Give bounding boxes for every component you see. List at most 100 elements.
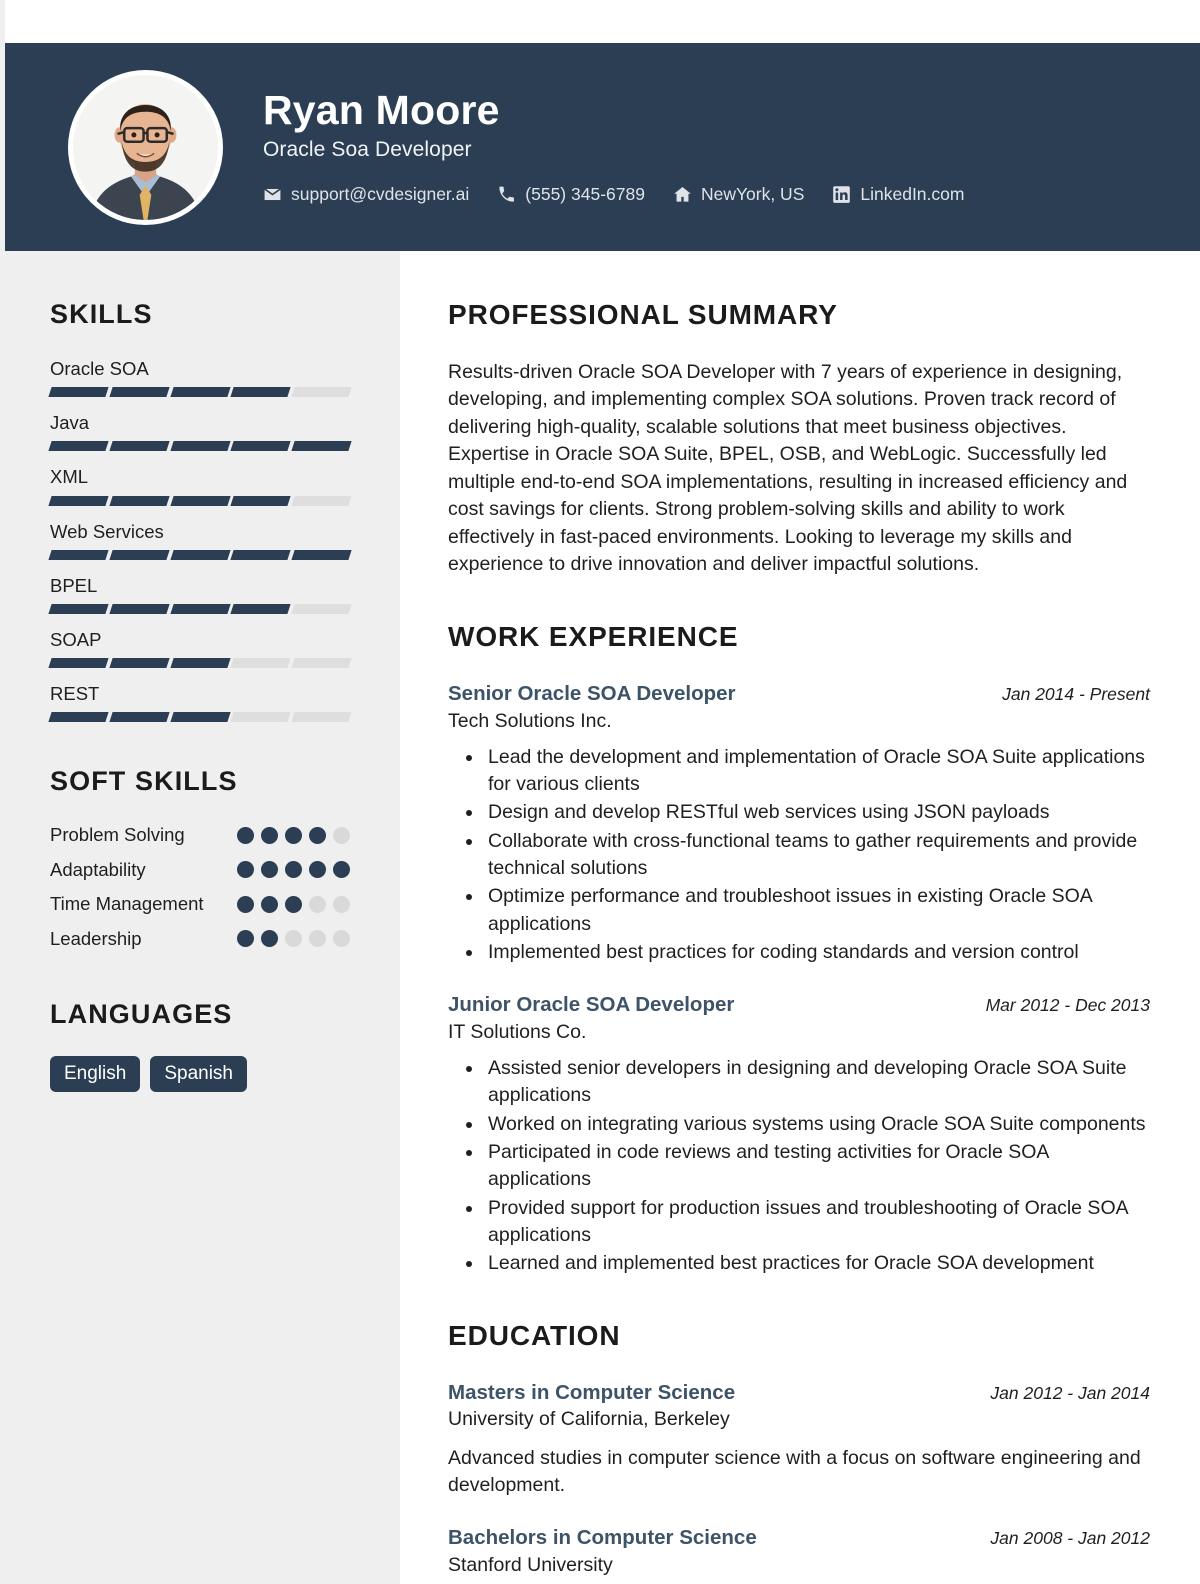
list-item: Implemented best practices for coding st… xyxy=(484,939,1150,966)
skill-bar-segment xyxy=(169,603,231,614)
contact-list: support@cvdesigner.ai (555) 345-6789 New… xyxy=(263,184,964,205)
languages-list: English Spanish xyxy=(50,1055,350,1092)
resume-header: Ryan Moore Oracle Soa Developer support@… xyxy=(0,43,1200,251)
list-item: Provided support for production issues a… xyxy=(484,1195,1150,1250)
contact-linkedin[interactable]: LinkedIn.com xyxy=(832,184,964,205)
rating-dot xyxy=(333,827,350,845)
soft-skill-rating xyxy=(237,861,350,879)
education-degree-title[interactable]: Masters in Computer Science xyxy=(448,1380,735,1406)
skill-bar-segment xyxy=(230,658,291,669)
experience-date-range: Mar 2012 - Dec 2013 xyxy=(985,995,1150,1016)
contact-email[interactable]: support@cvdesigner.ai xyxy=(263,184,469,205)
contact-phone-text: (555) 345-6789 xyxy=(525,184,645,205)
soft-skill-label: Time Management xyxy=(50,893,204,915)
header-text-block: Ryan Moore Oracle Soa Developer support@… xyxy=(263,88,964,205)
rating-dot xyxy=(237,861,254,879)
skills-list: Oracle SOA Java XML Web Services BPEL SO… xyxy=(48,358,352,723)
section-heading-languages: LANGUAGES xyxy=(50,998,233,1029)
job-role-subtitle: Oracle Soa Developer xyxy=(263,138,472,162)
rating-dot xyxy=(333,861,350,879)
skill-bar-segment xyxy=(230,603,291,614)
skill-bar-segment xyxy=(48,603,109,614)
list-item: Optimize performance and troubleshoot is… xyxy=(484,883,1150,938)
skill-bar-segment xyxy=(48,441,109,452)
skill-bar-segment xyxy=(230,495,291,506)
contact-phone[interactable]: (555) 345-6789 xyxy=(497,184,645,205)
skill-bar-segment xyxy=(109,603,170,614)
skill-level-bar xyxy=(48,387,352,398)
skill-bar-segment xyxy=(169,387,231,398)
skill-bar-segment xyxy=(48,387,109,398)
sidebar: SKILLS Oracle SOA Java XML Web Services xyxy=(0,251,400,1584)
soft-skill-item: Time Management xyxy=(50,892,350,916)
skill-bar-segment xyxy=(230,387,291,398)
experience-company: Tech Solutions Inc. xyxy=(448,709,612,732)
skill-label: XML xyxy=(50,466,89,488)
list-item: Assisted senior developers in designing … xyxy=(484,1055,1150,1110)
home-icon xyxy=(673,185,692,204)
skill-item: SOAP xyxy=(48,628,352,669)
skill-bar-segment xyxy=(109,387,170,398)
skill-bar-segment xyxy=(291,603,352,614)
education-date-range: Jan 2012 - Jan 2014 xyxy=(990,1382,1150,1403)
list-item: Lead the development and implementation … xyxy=(484,744,1150,799)
experience-job-title[interactable]: Junior Oracle SOA Developer xyxy=(448,992,734,1018)
rating-dot xyxy=(285,895,302,913)
soft-skill-rating xyxy=(237,895,350,913)
skill-item: Oracle SOA xyxy=(48,358,352,398)
experience-entry: Junior Oracle SOA Developer Mar 2012 - D… xyxy=(448,992,1150,1277)
experience-bullet-list: Lead the development and implementation … xyxy=(448,744,1150,966)
experience-bullet-list: Assisted senior developers in designing … xyxy=(448,1055,1150,1277)
professional-summary-text: Results-driven Oracle SOA Developer with… xyxy=(448,361,1128,576)
skill-bar-segment xyxy=(48,549,109,560)
rating-dot xyxy=(309,930,326,948)
skill-level-bar xyxy=(48,441,352,452)
skill-bar-segment xyxy=(109,549,170,560)
skill-label: SOAP xyxy=(50,628,102,650)
skill-label: Oracle SOA xyxy=(50,358,149,379)
rating-dot xyxy=(285,930,302,948)
education-institution: Stanford University xyxy=(448,1553,613,1576)
soft-skill-rating xyxy=(237,827,350,845)
skill-bar-segment xyxy=(169,549,231,560)
soft-skill-rating xyxy=(237,930,350,948)
contact-linkedin-text: LinkedIn.com xyxy=(860,184,965,205)
rating-dot xyxy=(261,827,278,845)
list-item: Participated in code reviews and testing… xyxy=(484,1139,1150,1194)
list-item: Worked on integrating various systems us… xyxy=(484,1111,1150,1138)
experience-entry-header: Junior Oracle SOA Developer Mar 2012 - D… xyxy=(448,992,1150,1018)
rating-dot xyxy=(237,930,254,948)
soft-skill-item: Problem Solving xyxy=(50,823,350,847)
rating-dot xyxy=(309,895,326,913)
skill-level-bar xyxy=(48,658,352,669)
skill-bar-segment xyxy=(169,658,231,669)
resume-page: Ryan Moore Oracle Soa Developer support@… xyxy=(0,0,1200,1584)
skill-bar-segment xyxy=(291,712,352,723)
section-heading-soft-skills: SOFT SKILLS xyxy=(50,766,238,797)
skill-label: BPEL xyxy=(50,574,98,596)
skill-label: Web Services xyxy=(50,520,164,542)
rating-dot xyxy=(261,861,278,879)
education-degree-title[interactable]: Bachelors in Computer Science xyxy=(448,1525,757,1551)
rating-dot xyxy=(285,827,302,845)
skill-level-bar xyxy=(48,549,352,560)
section-heading-work-experience: WORK EXPERIENCE xyxy=(448,620,739,652)
page-top-margin xyxy=(0,0,1200,43)
experience-job-title[interactable]: Senior Oracle SOA Developer xyxy=(448,681,736,707)
phone-icon xyxy=(497,185,516,204)
skill-item: Java xyxy=(48,412,352,452)
soft-skill-label: Adaptability xyxy=(50,858,146,880)
rating-dot xyxy=(285,861,302,879)
skill-bar-segment xyxy=(109,658,170,669)
contact-email-text: support@cvdesigner.ai xyxy=(291,184,470,205)
envelope-icon xyxy=(263,185,282,204)
skill-level-bar xyxy=(48,495,352,506)
avatar-photo xyxy=(73,74,218,220)
skill-bar-segment xyxy=(230,549,291,560)
linkedin-icon xyxy=(832,185,851,204)
contact-location[interactable]: NewYork, US xyxy=(673,184,804,205)
avatar xyxy=(68,69,223,225)
list-item: Collaborate with cross-functional teams … xyxy=(484,828,1150,883)
skill-label: REST xyxy=(50,683,100,705)
skill-bar-segment xyxy=(230,441,291,452)
